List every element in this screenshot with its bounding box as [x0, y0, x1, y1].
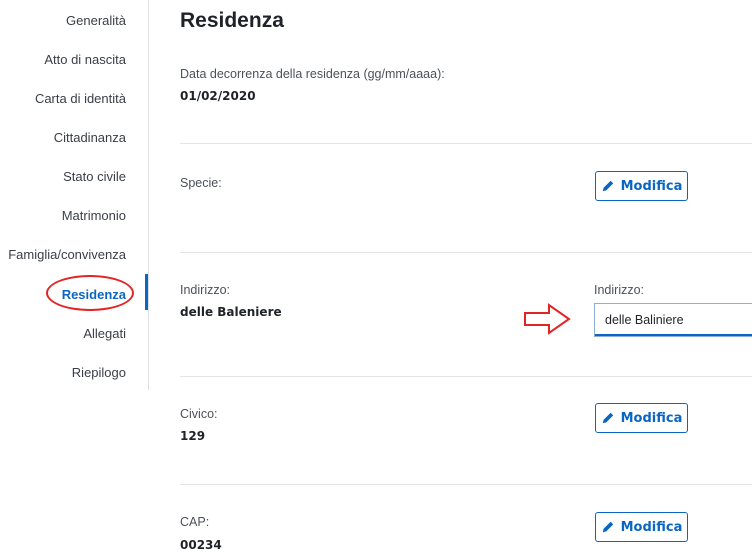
specie-label: Specie: — [180, 176, 222, 190]
active-nav-indicator — [145, 274, 148, 310]
pencil-icon — [602, 521, 613, 533]
section-divider — [180, 252, 752, 253]
civico-value: 129 — [180, 429, 206, 443]
cap-edit-button[interactable]: Modifica — [595, 512, 688, 542]
decorrenza-value: 01/02/2020 — [180, 89, 256, 103]
sidebar-item-residenza[interactable]: Residenza — [62, 287, 126, 302]
page-title: Residenza — [180, 9, 284, 32]
sidebar-item-matrimonio[interactable]: Matrimonio — [62, 208, 126, 223]
civico-edit-button[interactable]: Modifica — [595, 403, 688, 433]
indirizzo-label: Indirizzo: — [180, 283, 231, 297]
sidebar-item-famiglia-convivenza[interactable]: Famiglia/convivenza — [8, 247, 126, 262]
sidebar-item-carta-di-identita[interactable]: Carta di identità — [35, 91, 126, 106]
pencil-icon — [602, 412, 613, 424]
main-content: Residenza Data decorrenza della residenz… — [180, 0, 752, 552]
indirizzo-edit-label: Indirizzo: — [594, 283, 645, 297]
sidebar-item-atto-di-nascita[interactable]: Atto di nascita — [44, 52, 126, 67]
sidebar-item-allegati[interactable]: Allegati — [83, 326, 126, 341]
civico-edit-label: Modifica — [620, 410, 683, 426]
arrow-right-icon — [524, 303, 571, 335]
pencil-icon — [602, 180, 613, 192]
specie-edit-button[interactable]: Modifica — [595, 171, 688, 201]
indirizzo-input[interactable] — [594, 303, 752, 337]
sidebar-item-generalita[interactable]: Generalità — [66, 13, 126, 28]
sidebar-item-riepilogo[interactable]: Riepilogo — [72, 365, 126, 380]
section-divider — [180, 143, 752, 144]
section-divider — [180, 484, 752, 485]
specie-edit-label: Modifica — [620, 178, 683, 194]
section-divider — [180, 376, 752, 377]
cap-label: CAP: — [180, 515, 210, 529]
indirizzo-value: delle Baleniere — [180, 305, 282, 319]
sidebar-item-stato-civile[interactable]: Stato civile — [63, 169, 126, 184]
civico-label: Civico: — [180, 407, 218, 421]
sidebar-nav: Generalità Atto di nascita Carta di iden… — [0, 0, 149, 390]
sidebar-item-cittadinanza[interactable]: Cittadinanza — [54, 130, 126, 145]
cap-value: 00234 — [180, 538, 222, 552]
cap-edit-label: Modifica — [620, 519, 683, 535]
decorrenza-label: Data decorrenza della residenza (gg/mm/a… — [180, 67, 445, 81]
